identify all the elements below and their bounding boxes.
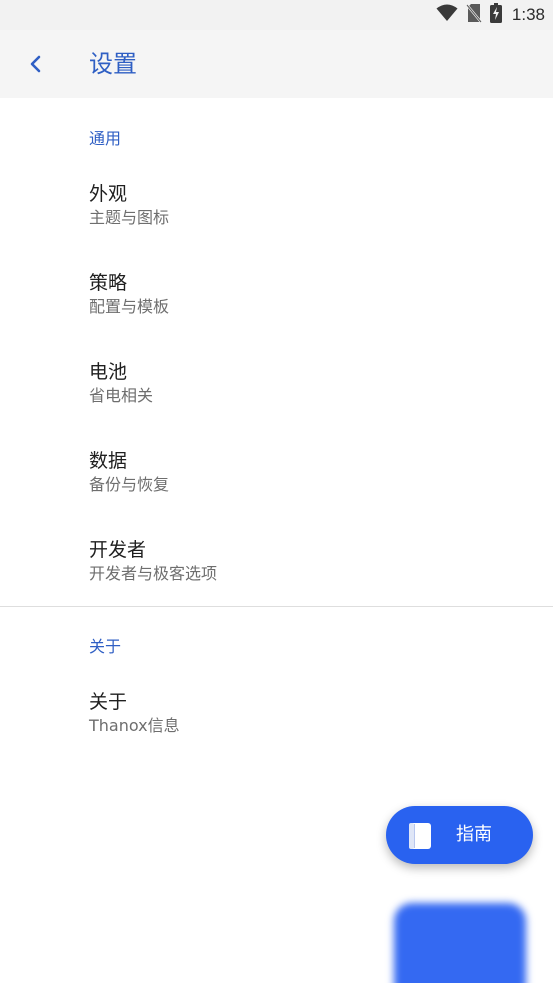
fab-label: 指南 xyxy=(456,824,492,845)
pref-summary: 开发者与极客选项 xyxy=(89,564,218,583)
pref-title: 策略 xyxy=(89,272,128,294)
pref-developer[interactable]: 开发者 开发者与极客选项 xyxy=(0,520,553,609)
status-icons: 1:38 xyxy=(436,3,545,27)
pref-summary: Thanox信息 xyxy=(89,716,180,735)
battery-charging-icon xyxy=(489,3,502,27)
pref-title: 关于 xyxy=(89,691,128,713)
guide-fab[interactable]: 指南 xyxy=(386,806,533,864)
pref-battery[interactable]: 电池 省电相关 xyxy=(0,342,553,431)
back-button[interactable] xyxy=(16,44,56,84)
section-header-about: 关于 xyxy=(89,637,122,656)
status-bar: 1:38 xyxy=(0,0,553,30)
pref-title: 数据 xyxy=(89,450,128,472)
book-icon xyxy=(409,823,431,849)
pref-strategy[interactable]: 策略 配置与模板 xyxy=(0,253,553,342)
section-divider xyxy=(0,606,553,607)
pref-title: 电池 xyxy=(89,361,128,383)
no-sim-icon xyxy=(465,3,482,27)
pref-appearance[interactable]: 外观 主题与图标 xyxy=(0,164,553,253)
page-title: 设置 xyxy=(89,50,137,78)
pref-summary: 主题与图标 xyxy=(89,208,170,227)
pref-summary: 备份与恢复 xyxy=(89,475,170,494)
pref-data[interactable]: 数据 备份与恢复 xyxy=(0,431,553,520)
section-header-general: 通用 xyxy=(89,129,122,148)
settings-screen: 1:38 设置 通用 外观 主题与图标 策略 配置与模板 电池 省电相关 数据 … xyxy=(0,0,553,983)
wifi-icon xyxy=(436,4,458,26)
chevron-left-icon xyxy=(30,55,41,73)
pref-title: 开发者 xyxy=(89,539,147,561)
pref-about[interactable]: 关于 Thanox信息 xyxy=(0,672,553,761)
pref-summary: 省电相关 xyxy=(89,386,154,405)
pref-title: 外观 xyxy=(89,183,128,205)
pref-summary: 配置与模板 xyxy=(89,297,170,316)
app-bar: 设置 xyxy=(0,30,553,98)
partial-bottom-button xyxy=(394,903,526,983)
status-time: 1:38 xyxy=(511,5,545,24)
